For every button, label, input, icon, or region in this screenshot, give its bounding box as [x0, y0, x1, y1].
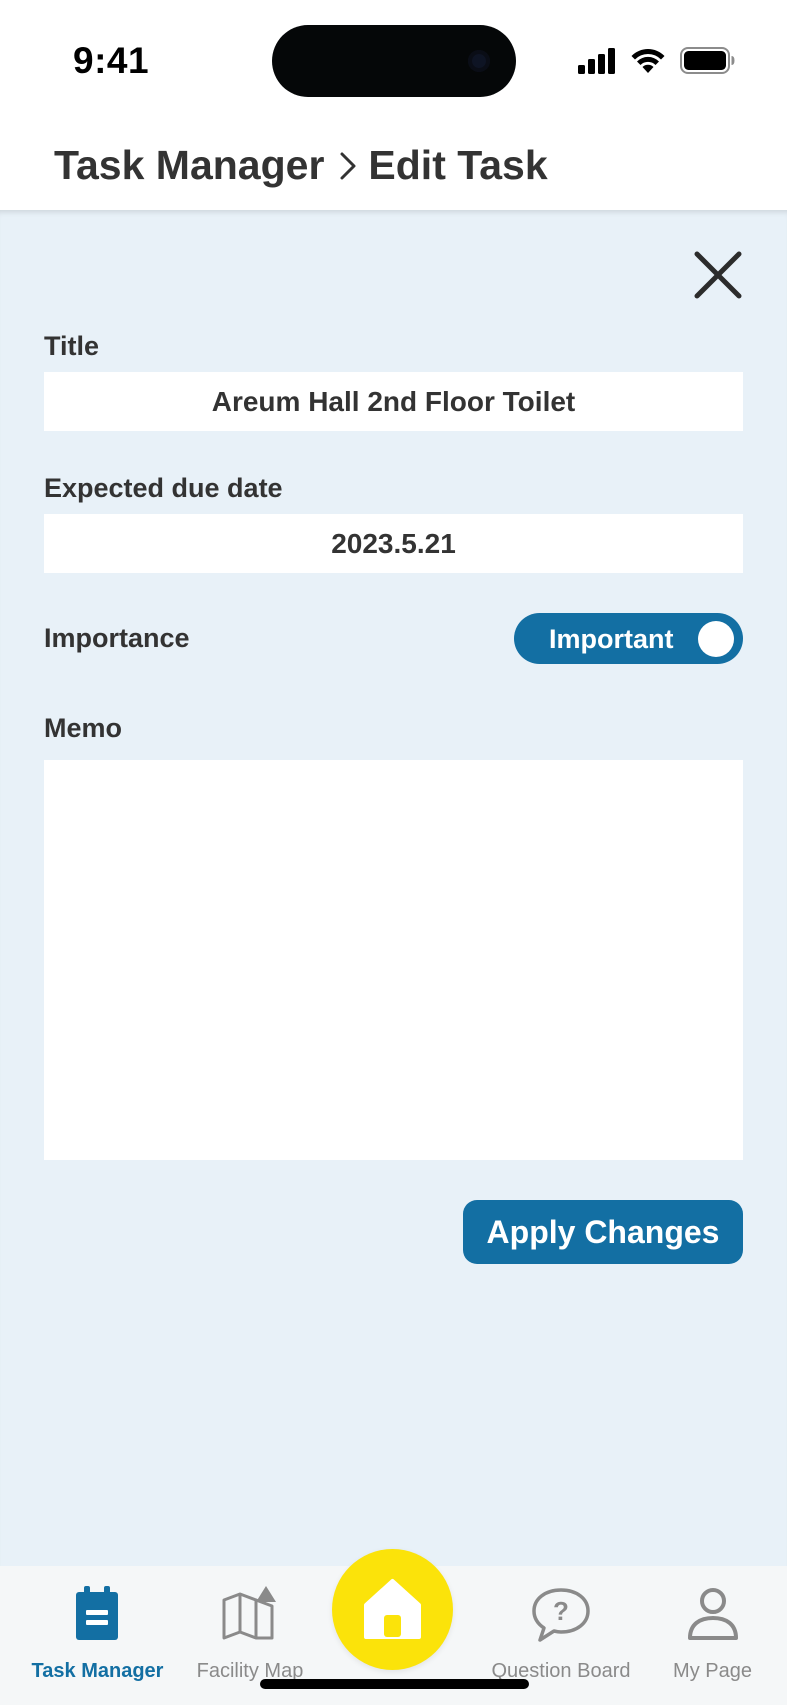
close-icon[interactable] [693, 250, 743, 300]
dynamic-island [272, 25, 516, 97]
svg-text:?: ? [553, 1596, 569, 1626]
status-bar: 9:41 [0, 0, 787, 110]
breadcrumb: Task Manager Edit Task [54, 142, 548, 189]
due-date-label: Expected due date [44, 473, 283, 503]
memo-field[interactable] [44, 760, 743, 1160]
page-header: Task Manager Edit Task [0, 110, 787, 210]
map-icon [222, 1586, 276, 1640]
breadcrumb-parent[interactable]: Task Manager [54, 142, 324, 189]
breadcrumb-current: Edit Task [368, 142, 548, 188]
cellular-signal-icon [578, 48, 615, 74]
nav-item-my-page[interactable]: My Page [660, 1566, 765, 1705]
home-indicator [260, 1679, 529, 1689]
title-field[interactable]: Areum Hall 2nd Floor Toilet [44, 372, 743, 431]
status-time: 9:41 [73, 40, 150, 81]
clipboard-icon [76, 1586, 118, 1640]
title-label: Title [44, 331, 100, 361]
camera-icon [468, 50, 490, 72]
memo-label: Memo [44, 713, 123, 743]
importance-label: Importance [44, 623, 190, 653]
nav-item-task-manager[interactable]: Task Manager [0, 1566, 195, 1705]
importance-toggle-label: Important [549, 624, 674, 654]
home-button[interactable] [332, 1549, 453, 1670]
nav-label-task-manager: Task Manager [31, 1660, 164, 1682]
wifi-icon [631, 49, 665, 73]
apply-changes-button[interactable]: Apply Changes [463, 1200, 743, 1264]
question-bubble-icon: ? [532, 1588, 590, 1642]
person-icon [688, 1588, 738, 1640]
home-icon [364, 1579, 421, 1639]
importance-toggle[interactable]: Important [514, 613, 743, 664]
battery-icon [680, 47, 735, 74]
due-date-field[interactable]: 2023.5.21 [44, 514, 743, 573]
nav-label-my-page: My Page [673, 1660, 752, 1682]
chevron-right-icon [340, 152, 356, 179]
toggle-knob [698, 621, 734, 657]
